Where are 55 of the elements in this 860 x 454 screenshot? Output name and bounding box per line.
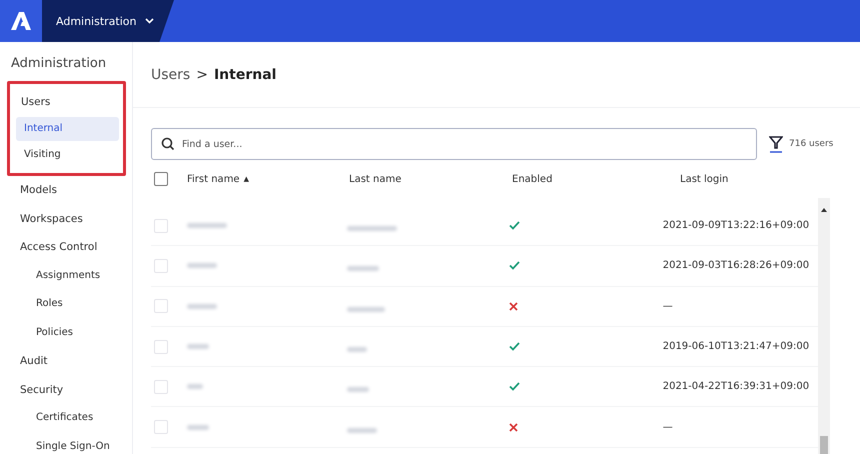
nav-subitem[interactable]: Visiting — [16, 140, 123, 169]
user-count: 716 users — [789, 139, 834, 149]
blurred-text — [347, 226, 398, 232]
blurred-text — [186, 304, 217, 309]
logo-icon[interactable] — [0, 0, 42, 42]
blurred-text — [186, 424, 209, 430]
table-cell-text: 2021-04-22T16:39:31+09:00 — [662, 381, 810, 392]
row-checkbox[interactable] — [154, 299, 168, 314]
row-checkbox[interactable] — [154, 420, 168, 434]
row-checkbox[interactable] — [154, 340, 168, 354]
nav-subitem[interactable]: Assignments — [0, 262, 132, 290]
column-header[interactable]: Last login — [616, 174, 860, 184]
row-checkbox[interactable] — [154, 258, 168, 273]
blurred-text — [186, 344, 209, 350]
column-header[interactable]: Last name — [349, 174, 456, 184]
nav-item[interactable]: Models — [0, 176, 132, 204]
nav-subitem[interactable]: Internal — [16, 116, 119, 140]
nav-item[interactable]: Security — [0, 376, 132, 404]
blurred-text — [347, 347, 368, 352]
blurred-text — [347, 306, 386, 312]
select-all-checkbox[interactable] — [154, 172, 168, 186]
breadcrumb-current: Internal — [214, 66, 276, 82]
blurred-text — [347, 428, 378, 433]
scroll-thumb[interactable] — [820, 436, 828, 454]
search-field[interactable]: Find a user... — [151, 128, 757, 160]
table-cell-text: — — [662, 300, 674, 312]
blurred-text — [347, 266, 380, 272]
column-header[interactable]: Enabled — [456, 174, 616, 184]
table-cell-text: 2021-09-03T16:28:26+09:00 — [662, 260, 810, 272]
nav-subitem[interactable]: Policies — [0, 318, 132, 347]
sidebar-title: Administration — [10, 56, 108, 71]
blurred-text — [186, 263, 217, 268]
nav-item[interactable]: Audit — [0, 347, 132, 376]
row-checkbox[interactable] — [154, 218, 168, 233]
nav-item[interactable]: Workspaces — [0, 204, 132, 233]
breadcrumb-link[interactable]: Users — [151, 66, 190, 82]
nav-item[interactable]: Users — [10, 88, 123, 116]
breadcrumb-separator: > — [196, 66, 208, 82]
caret-icon — [144, 18, 154, 24]
filter-icon[interactable] — [769, 135, 783, 153]
scrollbar[interactable] — [818, 198, 830, 454]
blurred-text — [347, 387, 370, 392]
blurred-text — [186, 223, 227, 228]
nav-subitem[interactable]: Certificates — [0, 404, 132, 432]
nav-subitem[interactable]: Roles — [0, 290, 132, 318]
blurred-text — [186, 384, 203, 390]
scroll-up-icon[interactable] — [821, 208, 827, 212]
table-cell-text: 2019-06-10T13:21:47+09:00 — [662, 341, 810, 352]
admin-menu-button[interactable]: Administration — [42, 0, 174, 42]
column-header[interactable]: First name — [187, 174, 240, 184]
table-cell-text: — — [662, 422, 674, 433]
row-checkbox[interactable] — [154, 380, 168, 394]
nav-item[interactable]: Access Control — [0, 233, 132, 262]
table-cell-text: 2021-09-09T13:22:16+09:00 — [662, 220, 810, 232]
nav-subitem[interactable]: Single Sign-On — [0, 432, 132, 454]
